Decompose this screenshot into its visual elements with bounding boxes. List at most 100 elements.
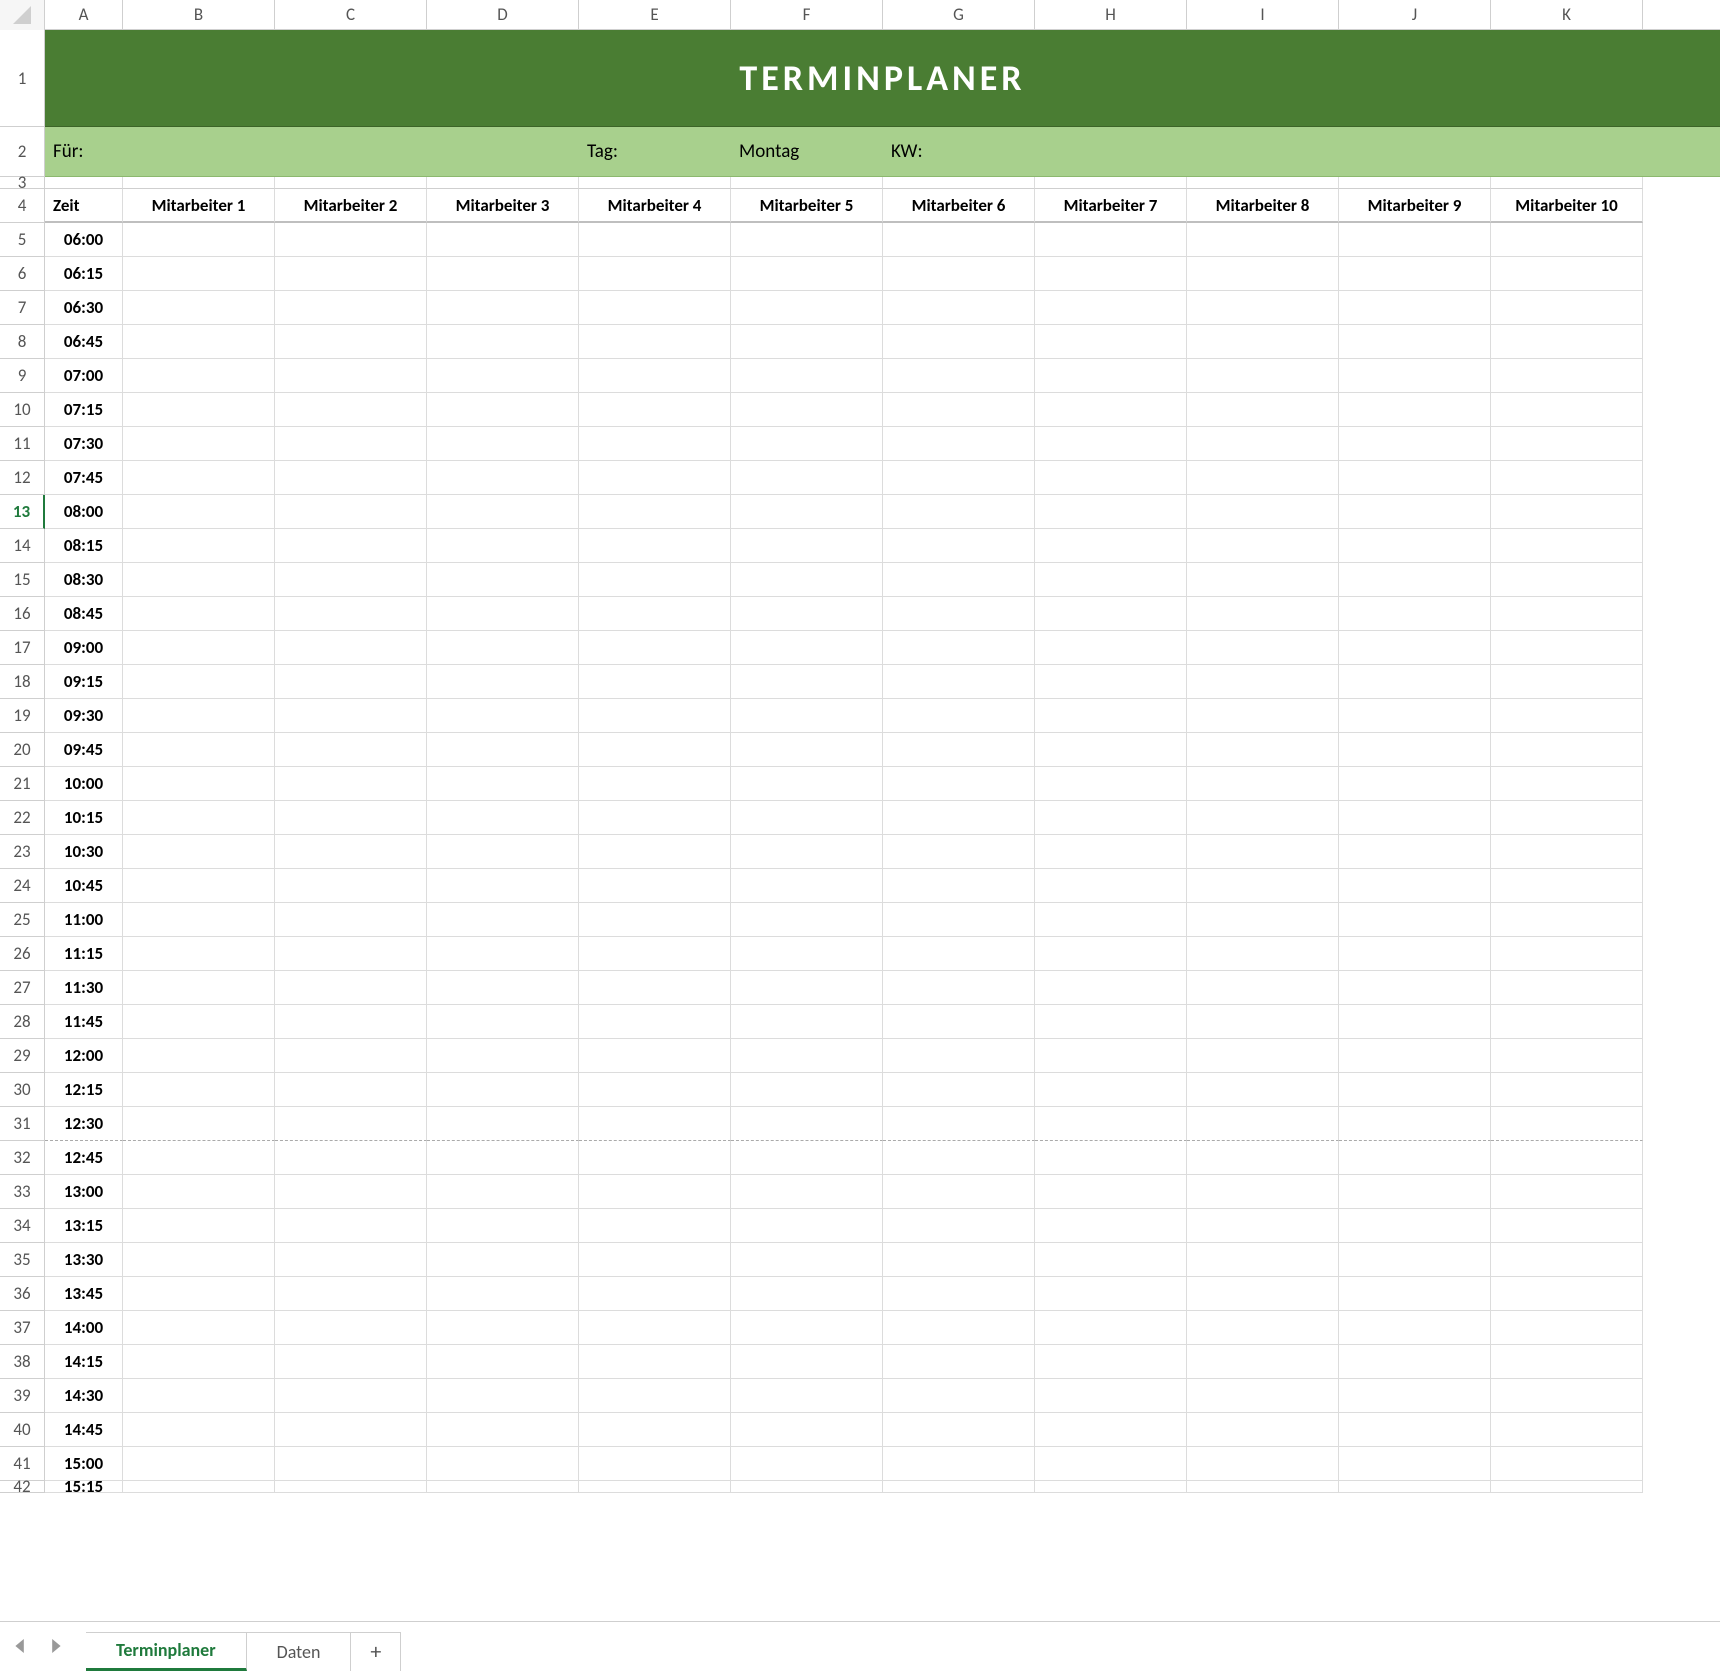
- cell[interactable]: [123, 767, 275, 801]
- cell[interactable]: [579, 1039, 731, 1073]
- sheet-nav-next[interactable]: [38, 1625, 72, 1667]
- row-header-30[interactable]: 30: [0, 1073, 45, 1107]
- cell[interactable]: [275, 597, 427, 631]
- row-header-38[interactable]: 38: [0, 1345, 45, 1379]
- cell[interactable]: [123, 971, 275, 1005]
- cell[interactable]: [579, 733, 731, 767]
- cell[interactable]: [1187, 903, 1339, 937]
- cell[interactable]: [275, 1311, 427, 1345]
- time-cell[interactable]: 13:00: [45, 1175, 123, 1209]
- cell[interactable]: [1339, 325, 1491, 359]
- col-header-J[interactable]: J: [1339, 0, 1491, 29]
- cell[interactable]: [1491, 257, 1643, 291]
- tab-daten[interactable]: Daten: [247, 1632, 352, 1671]
- cell[interactable]: [275, 1073, 427, 1107]
- cell[interactable]: [579, 291, 731, 325]
- row-header-6[interactable]: 6: [0, 257, 45, 291]
- cell[interactable]: [275, 699, 427, 733]
- cell[interactable]: [1035, 869, 1187, 903]
- cell[interactable]: [123, 903, 275, 937]
- cell[interactable]: [883, 1073, 1035, 1107]
- cell[interactable]: [731, 461, 883, 495]
- cell[interactable]: [427, 971, 579, 1005]
- cell[interactable]: [1339, 1039, 1491, 1073]
- cell[interactable]: [1187, 1073, 1339, 1107]
- cell[interactable]: [1339, 1379, 1491, 1413]
- cell[interactable]: [1339, 1107, 1491, 1141]
- row-header-8[interactable]: 8: [0, 325, 45, 359]
- cell[interactable]: [731, 1175, 883, 1209]
- cell[interactable]: [1491, 223, 1643, 257]
- cell[interactable]: [427, 1277, 579, 1311]
- cell[interactable]: [427, 869, 579, 903]
- time-cell[interactable]: 11:30: [45, 971, 123, 1005]
- time-cell[interactable]: 12:45: [45, 1141, 123, 1175]
- cell[interactable]: [1187, 563, 1339, 597]
- cell[interactable]: [731, 1447, 883, 1481]
- cell[interactable]: [1187, 359, 1339, 393]
- cell[interactable]: [275, 1107, 427, 1141]
- row-header-28[interactable]: 28: [0, 1005, 45, 1039]
- cell[interactable]: [1035, 1243, 1187, 1277]
- sheet-nav-prev[interactable]: [4, 1625, 38, 1667]
- cell[interactable]: [275, 767, 427, 801]
- cell[interactable]: [427, 767, 579, 801]
- col-header-I[interactable]: I: [1187, 0, 1339, 29]
- cell[interactable]: [1339, 291, 1491, 325]
- cell[interactable]: [1187, 325, 1339, 359]
- cell[interactable]: [731, 733, 883, 767]
- cell[interactable]: [275, 1345, 427, 1379]
- cell[interactable]: [731, 597, 883, 631]
- cell[interactable]: [1339, 835, 1491, 869]
- cell[interactable]: [579, 1345, 731, 1379]
- cell[interactable]: [731, 1345, 883, 1379]
- cell[interactable]: [1339, 257, 1491, 291]
- title-cell[interactable]: TERMINPLANER: [45, 30, 1720, 127]
- cell[interactable]: [123, 631, 275, 665]
- cell[interactable]: [123, 393, 275, 427]
- cell[interactable]: [1187, 1005, 1339, 1039]
- cell[interactable]: [275, 631, 427, 665]
- cell[interactable]: [1491, 1413, 1643, 1447]
- cell[interactable]: [1187, 835, 1339, 869]
- cell[interactable]: [731, 393, 883, 427]
- cell[interactable]: [731, 427, 883, 461]
- cell[interactable]: [579, 1277, 731, 1311]
- cell[interactable]: [275, 971, 427, 1005]
- time-cell[interactable]: 08:15: [45, 529, 123, 563]
- cell[interactable]: [883, 223, 1035, 257]
- row-header-42[interactable]: 42: [0, 1481, 45, 1493]
- cell[interactable]: [275, 495, 427, 529]
- cell[interactable]: [1035, 1277, 1187, 1311]
- cell[interactable]: [1035, 1481, 1187, 1493]
- cell[interactable]: [1187, 1039, 1339, 1073]
- cell[interactable]: [427, 1413, 579, 1447]
- cell[interactable]: [123, 1209, 275, 1243]
- cell[interactable]: [1491, 937, 1643, 971]
- row-header-2[interactable]: 2: [0, 127, 45, 177]
- cell[interactable]: [1187, 1175, 1339, 1209]
- cell[interactable]: [1491, 1073, 1643, 1107]
- cell[interactable]: [123, 1141, 275, 1175]
- time-cell[interactable]: 09:45: [45, 733, 123, 767]
- col-header-D[interactable]: D: [427, 0, 579, 29]
- cell[interactable]: [123, 1073, 275, 1107]
- cell[interactable]: [883, 1141, 1035, 1175]
- cell[interactable]: [123, 1311, 275, 1345]
- cell[interactable]: [1187, 495, 1339, 529]
- cell[interactable]: [731, 177, 883, 189]
- cell[interactable]: [427, 257, 579, 291]
- cell[interactable]: [731, 903, 883, 937]
- cell[interactable]: [123, 177, 275, 189]
- row-header-4[interactable]: 4: [0, 189, 45, 223]
- cell[interactable]: [275, 1379, 427, 1413]
- cell[interactable]: [275, 1277, 427, 1311]
- cell[interactable]: [1035, 1345, 1187, 1379]
- cell[interactable]: [275, 1481, 427, 1493]
- cell[interactable]: [1187, 1277, 1339, 1311]
- row-header-12[interactable]: 12: [0, 461, 45, 495]
- cell[interactable]: [1035, 1107, 1187, 1141]
- col-header-A[interactable]: A: [45, 0, 123, 29]
- cell[interactable]: [731, 971, 883, 1005]
- cell[interactable]: [579, 1073, 731, 1107]
